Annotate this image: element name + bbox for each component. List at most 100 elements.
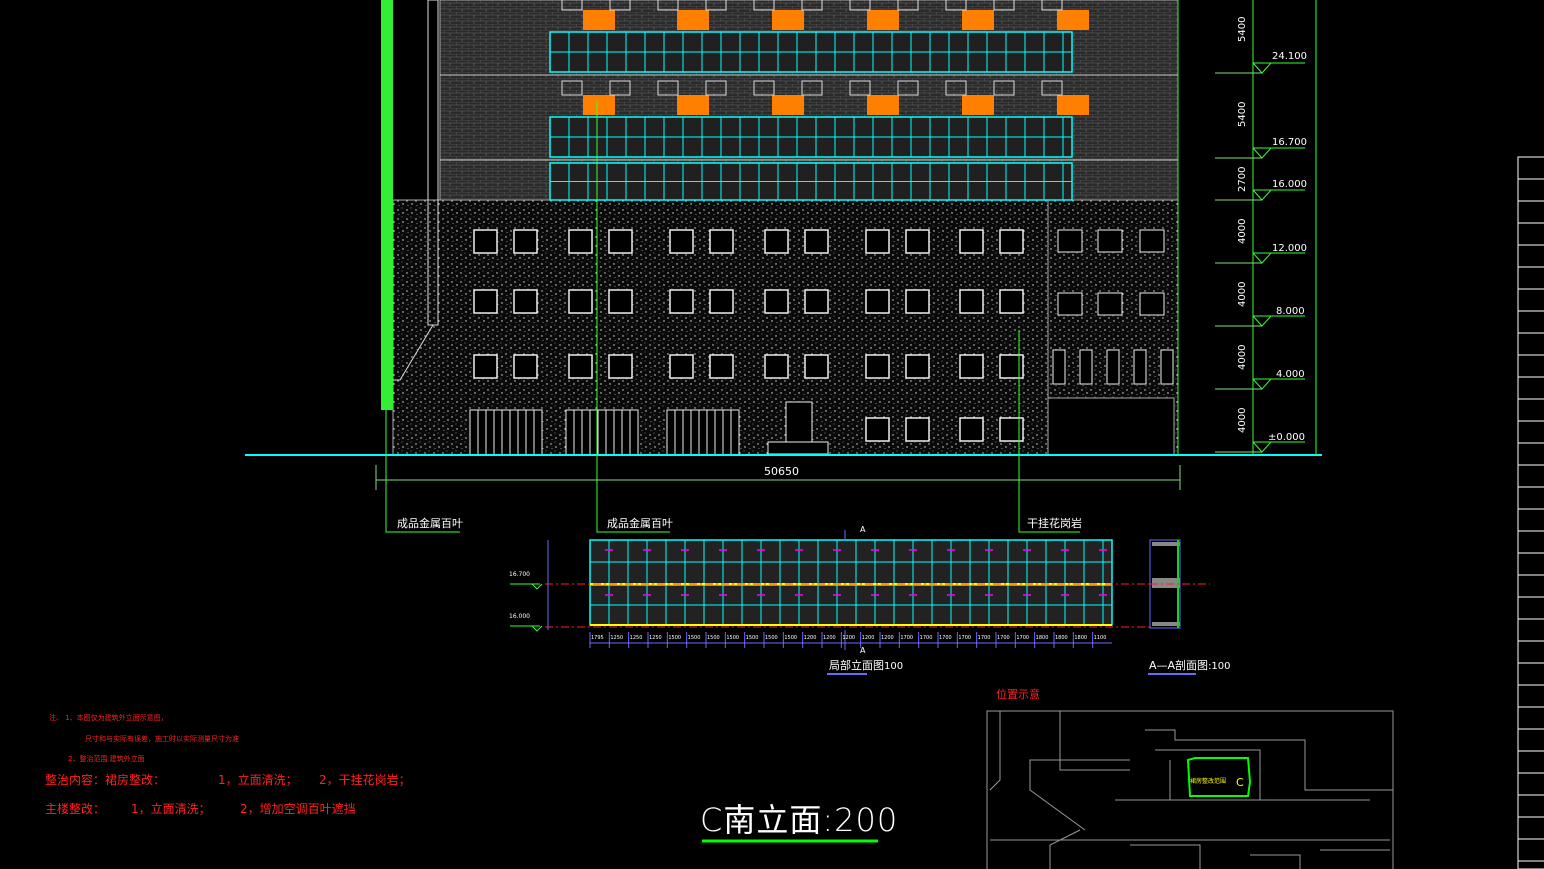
- ac-louver: [677, 10, 709, 30]
- window: [999, 417, 1024, 442]
- window: [764, 229, 789, 254]
- drawing-title: C南立面:200: [700, 801, 899, 839]
- detail-bottom-dimension: 1200: [803, 635, 817, 641]
- level-dimension: 5400: [1237, 101, 1248, 127]
- window: [1097, 229, 1123, 253]
- window: [1052, 349, 1066, 385]
- window: [608, 354, 633, 379]
- section-a-a: [1149, 539, 1210, 629]
- detail-bottom-dimension: 1200: [881, 635, 894, 641]
- window: [764, 354, 789, 379]
- window: [1097, 292, 1123, 316]
- main-label: 主楼整改：: [45, 802, 106, 816]
- section-scale: :100: [1208, 661, 1231, 672]
- note-line-2: 尺寸和与实际有误差，施工时以实际测量尺寸为准: [85, 735, 239, 743]
- section-mark-top: A: [860, 525, 866, 534]
- partial-elevation-detail: [510, 530, 1150, 650]
- callout-louver-left: 成品金属百叶: [397, 517, 463, 530]
- content-item-2: 2，干挂花岗岩；: [319, 773, 411, 787]
- window: [1160, 349, 1174, 385]
- detail-bottom-dimension: 1800: [1074, 635, 1088, 641]
- detail-level: 16.700: [509, 571, 530, 578]
- level-triangle: [1252, 378, 1272, 390]
- garage-door: [666, 409, 740, 456]
- overall-dimension: 50650: [764, 465, 799, 478]
- level-dimension: 4000: [1237, 218, 1248, 244]
- detail-bottom-dimension: 1250: [610, 635, 624, 641]
- window: [959, 354, 984, 379]
- window: [905, 289, 930, 314]
- window: [865, 354, 890, 379]
- window: [905, 417, 930, 442]
- window: [568, 289, 593, 314]
- detail-bottom-dimension: 1700: [977, 635, 991, 641]
- ac-louver: [1057, 10, 1089, 30]
- detail-bottom-dimension: 1200: [823, 635, 836, 641]
- detail-bottom-dimension: 1500: [687, 635, 701, 641]
- window: [513, 354, 538, 379]
- ac-louver: [772, 10, 804, 30]
- detail-level: 16.000: [509, 613, 530, 620]
- level-dimension: 2700: [1237, 166, 1248, 192]
- level-label: 16.000: [1272, 179, 1307, 190]
- detail-bottom-dimension: 1800: [1035, 635, 1049, 641]
- window: [804, 229, 829, 254]
- ac-louver: [962, 10, 994, 30]
- window: [608, 289, 633, 314]
- window: [905, 229, 930, 254]
- detail-bottom-dimension: 1500: [668, 635, 682, 641]
- content-label: 整治内容：裙房整改：: [45, 773, 166, 787]
- window: [568, 354, 593, 379]
- level-label: 8.000: [1276, 306, 1305, 317]
- window: [669, 289, 694, 314]
- ac-louver: [867, 10, 899, 30]
- detail-scale: 100: [884, 661, 904, 672]
- window: [905, 354, 930, 379]
- level-dimension: 4000: [1237, 281, 1248, 307]
- detail-bottom-dimension: 1800: [1055, 635, 1068, 641]
- detail-bottom-dimension: 1500: [765, 635, 778, 641]
- green-downpipe: [381, 0, 393, 410]
- window: [669, 354, 694, 379]
- detail-bottom-dimension: 1200: [842, 635, 856, 641]
- window: [1079, 349, 1093, 385]
- window: [1139, 229, 1165, 253]
- site-mark: C: [1236, 776, 1244, 789]
- window: [1139, 292, 1165, 316]
- location-title: 位置示意: [996, 688, 1040, 701]
- detail-bottom-dimension: 1500: [726, 635, 740, 641]
- window: [608, 229, 633, 254]
- window: [513, 289, 538, 314]
- ac-louver: [583, 10, 615, 30]
- window: [709, 229, 734, 254]
- ac-louver: [677, 95, 709, 115]
- level-dimension: 4000: [1237, 407, 1248, 433]
- window: [513, 229, 538, 254]
- window: [804, 354, 829, 379]
- level-triangle: [1252, 147, 1272, 159]
- window: [1106, 349, 1120, 385]
- window: [865, 229, 890, 254]
- window: [473, 354, 498, 379]
- main-item-1: 1，立面清洗；: [131, 802, 211, 816]
- window: [568, 229, 593, 254]
- detail-bottom-dimension: 1200: [861, 635, 875, 641]
- detail-bottom-dimension: 1500: [784, 635, 798, 641]
- callout-granite: 干挂花岗岩: [1027, 517, 1082, 530]
- detail-level-triangle: [531, 625, 543, 632]
- level-dimension: 5400: [1237, 16, 1248, 42]
- callout-louver-mid: 成品金属百叶: [607, 517, 673, 530]
- detail-bottom-dimension: 1700: [939, 635, 952, 641]
- note-line-1: 注、 1、本图仅为建筑外立面示意图，: [49, 714, 168, 722]
- annex-bay: [1047, 397, 1175, 456]
- level-triangle: [1252, 441, 1272, 453]
- detail-bottom-dimension: 1250: [629, 635, 643, 641]
- title-block: [1517, 156, 1544, 869]
- level-label: 16.700: [1272, 137, 1307, 148]
- window: [1057, 229, 1083, 253]
- window: [1057, 292, 1083, 316]
- detail-bottom-dimension: 1700: [997, 635, 1010, 641]
- window: [999, 229, 1024, 254]
- level-label: 4.000: [1276, 369, 1305, 380]
- detail-bottom-dimension: 1500: [745, 635, 759, 641]
